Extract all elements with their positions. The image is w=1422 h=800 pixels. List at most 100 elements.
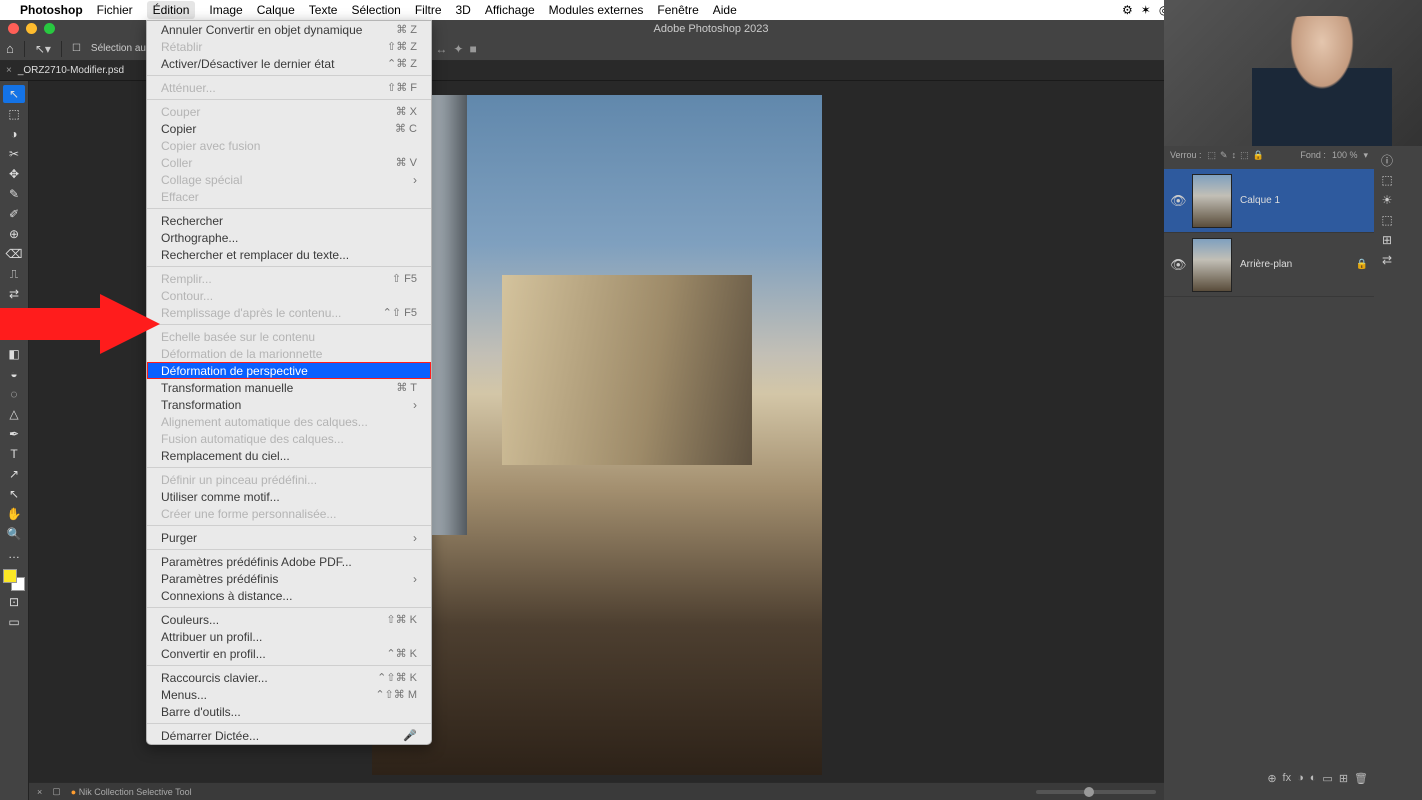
- fill-dropdown-icon[interactable]: ▾: [1363, 150, 1368, 161]
- close-window-icon[interactable]: [8, 23, 19, 34]
- document-tab[interactable]: × _ORZ2710-Modifier.psd: [6, 65, 124, 76]
- menu-image[interactable]: Image: [209, 3, 242, 17]
- menu-item[interactable]: Paramètres prédéfinis›: [147, 570, 431, 587]
- menu-aide[interactable]: Aide: [713, 3, 737, 17]
- menu-filtre[interactable]: Filtre: [415, 3, 442, 17]
- visibility-icon[interactable]: 👁: [1170, 257, 1184, 273]
- tool-3[interactable]: ✂: [3, 145, 25, 163]
- menu-item[interactable]: Connexions à distance...: [147, 587, 431, 604]
- menu-fichier[interactable]: Fichier: [97, 3, 133, 17]
- tool-7[interactable]: ⊕: [3, 225, 25, 243]
- menu-item[interactable]: Purger›: [147, 529, 431, 546]
- tool-19[interactable]: ↗: [3, 465, 25, 483]
- menu-texte[interactable]: Texte: [309, 3, 338, 17]
- tool-23[interactable]: …: [3, 545, 25, 563]
- status-icon[interactable]: ✶: [1141, 3, 1151, 18]
- menu-item[interactable]: Menus...⌃⇧⌘ M: [147, 686, 431, 703]
- lock-option-icon[interactable]: ⬚: [1208, 150, 1217, 160]
- minimize-window-icon[interactable]: [26, 23, 37, 34]
- tool-2[interactable]: ◑: [3, 125, 25, 143]
- bottom-min-icon[interactable]: ▢: [52, 786, 61, 797]
- menu-item[interactable]: Déformation de perspective: [147, 362, 431, 379]
- tool-15[interactable]: ◌: [3, 385, 25, 403]
- panel-toggle-icon[interactable]: ⊞: [1378, 231, 1396, 249]
- layer-thumbnail[interactable]: [1192, 238, 1232, 292]
- layer-name[interactable]: Calque 1: [1240, 195, 1280, 206]
- lock-option-icon[interactable]: ↕: [1232, 150, 1237, 160]
- menu-item[interactable]: Démarrer Dictée...🎤: [147, 727, 431, 744]
- app-name[interactable]: Photoshop: [20, 3, 83, 17]
- layers-footer-icon[interactable]: ◑: [1297, 772, 1304, 785]
- menu-item[interactable]: Remplacement du ciel...: [147, 447, 431, 464]
- visibility-icon[interactable]: 👁: [1170, 193, 1184, 209]
- menu-sélection[interactable]: Sélection: [351, 3, 400, 17]
- lock-option-icon[interactable]: ✎: [1220, 150, 1228, 160]
- tool-6[interactable]: ✐: [3, 205, 25, 223]
- tool-1[interactable]: ⬚: [3, 105, 25, 123]
- layer-name[interactable]: Arrière-plan: [1240, 259, 1292, 270]
- layers-footer-icon[interactable]: ◐: [1310, 772, 1317, 785]
- tool-21[interactable]: ✋: [3, 505, 25, 523]
- menu-modules externes[interactable]: Modules externes: [549, 3, 644, 17]
- mode3d-icon[interactable]: ✦: [453, 42, 463, 56]
- panel-toggle-icon[interactable]: ⓘ: [1378, 151, 1396, 169]
- menu-item[interactable]: Utiliser comme motif...: [147, 488, 431, 505]
- menu-item[interactable]: Barre d'outils...: [147, 703, 431, 720]
- lock-option-icon[interactable]: 🔒: [1253, 150, 1264, 160]
- layer-thumbnail[interactable]: [1192, 174, 1232, 228]
- tool-4[interactable]: ✥: [3, 165, 25, 183]
- menu-item[interactable]: Raccourcis clavier...⌃⇧⌘ K: [147, 669, 431, 686]
- traffic-lights[interactable]: [8, 23, 55, 34]
- menu-item[interactable]: Convertir en profil...⌃⌘ K: [147, 645, 431, 662]
- mode3d-icon[interactable]: ↔: [435, 42, 447, 56]
- menu-3d[interactable]: 3D: [456, 3, 471, 17]
- zoom-slider[interactable]: [1036, 790, 1156, 794]
- menu-fenêtre[interactable]: Fenêtre: [657, 3, 698, 17]
- menu-item[interactable]: Transformation›: [147, 396, 431, 413]
- layers-footer-icon[interactable]: fx: [1283, 772, 1292, 785]
- layer-row[interactable]: 👁 Calque 1: [1164, 169, 1374, 233]
- menu-item[interactable]: Rechercher et remplacer du texte...: [147, 246, 431, 263]
- tool-extra[interactable]: ⊡: [3, 593, 25, 611]
- tool-indicator-icon[interactable]: ↖▾: [35, 42, 51, 56]
- home-icon[interactable]: ⌂: [6, 41, 14, 56]
- panel-toggle-icon[interactable]: ⇄: [1378, 251, 1396, 269]
- close-tab-icon[interactable]: ×: [6, 65, 12, 76]
- menu-item[interactable]: Paramètres prédéfinis Adobe PDF...: [147, 553, 431, 570]
- layer-row[interactable]: 👁Arrière-plan🔒: [1164, 233, 1374, 297]
- tool-16[interactable]: △: [3, 405, 25, 423]
- panel-toggle-icon[interactable]: ⬚: [1378, 211, 1396, 229]
- layers-footer-icon[interactable]: ⊕: [1267, 772, 1276, 785]
- menu-item[interactable]: Copier⌘ C: [147, 120, 431, 137]
- tool-9[interactable]: ⎍: [3, 265, 25, 283]
- menu-calque[interactable]: Calque: [257, 3, 295, 17]
- fill-value[interactable]: 100 %: [1332, 150, 1358, 160]
- document-canvas[interactable]: [372, 95, 822, 775]
- panel-toggle-icon[interactable]: ☀: [1378, 191, 1396, 209]
- lock-option-icon[interactable]: ⬚: [1240, 150, 1249, 160]
- tool-8[interactable]: ⌫: [3, 245, 25, 263]
- menu-item[interactable]: Rechercher: [147, 212, 431, 229]
- menu-item[interactable]: Attribuer un profil...: [147, 628, 431, 645]
- status-icon[interactable]: ⚙: [1122, 3, 1133, 18]
- auto-select-checkbox[interactable]: ☐: [72, 43, 81, 54]
- tool-5[interactable]: ✎: [3, 185, 25, 203]
- bottom-close-icon[interactable]: ×: [37, 787, 42, 797]
- layers-footer-icon[interactable]: 🗑: [1354, 772, 1368, 785]
- menu-item[interactable]: Transformation manuelle⌘ T: [147, 379, 431, 396]
- color-swatch[interactable]: [3, 569, 25, 591]
- mode3d-icon[interactable]: ■: [469, 42, 476, 56]
- layers-footer-icon[interactable]: ⊞: [1339, 772, 1348, 785]
- menu-item[interactable]: Activer/Désactiver le dernier état⌃⌘ Z: [147, 55, 431, 72]
- tool-0[interactable]: ↖: [3, 85, 25, 103]
- tool-14[interactable]: ◒: [3, 365, 25, 383]
- tool-extra[interactable]: ▭: [3, 613, 25, 631]
- menu-affichage[interactable]: Affichage: [485, 3, 535, 17]
- nik-tool[interactable]: ● Nik Collection Selective Tool: [71, 787, 192, 797]
- tool-20[interactable]: ↖: [3, 485, 25, 503]
- tool-18[interactable]: T: [3, 445, 25, 463]
- menu-item[interactable]: Orthographe...: [147, 229, 431, 246]
- menu-édition[interactable]: Édition: [147, 1, 196, 19]
- zoom-window-icon[interactable]: [44, 23, 55, 34]
- panel-toggle-icon[interactable]: ⬚: [1378, 171, 1396, 189]
